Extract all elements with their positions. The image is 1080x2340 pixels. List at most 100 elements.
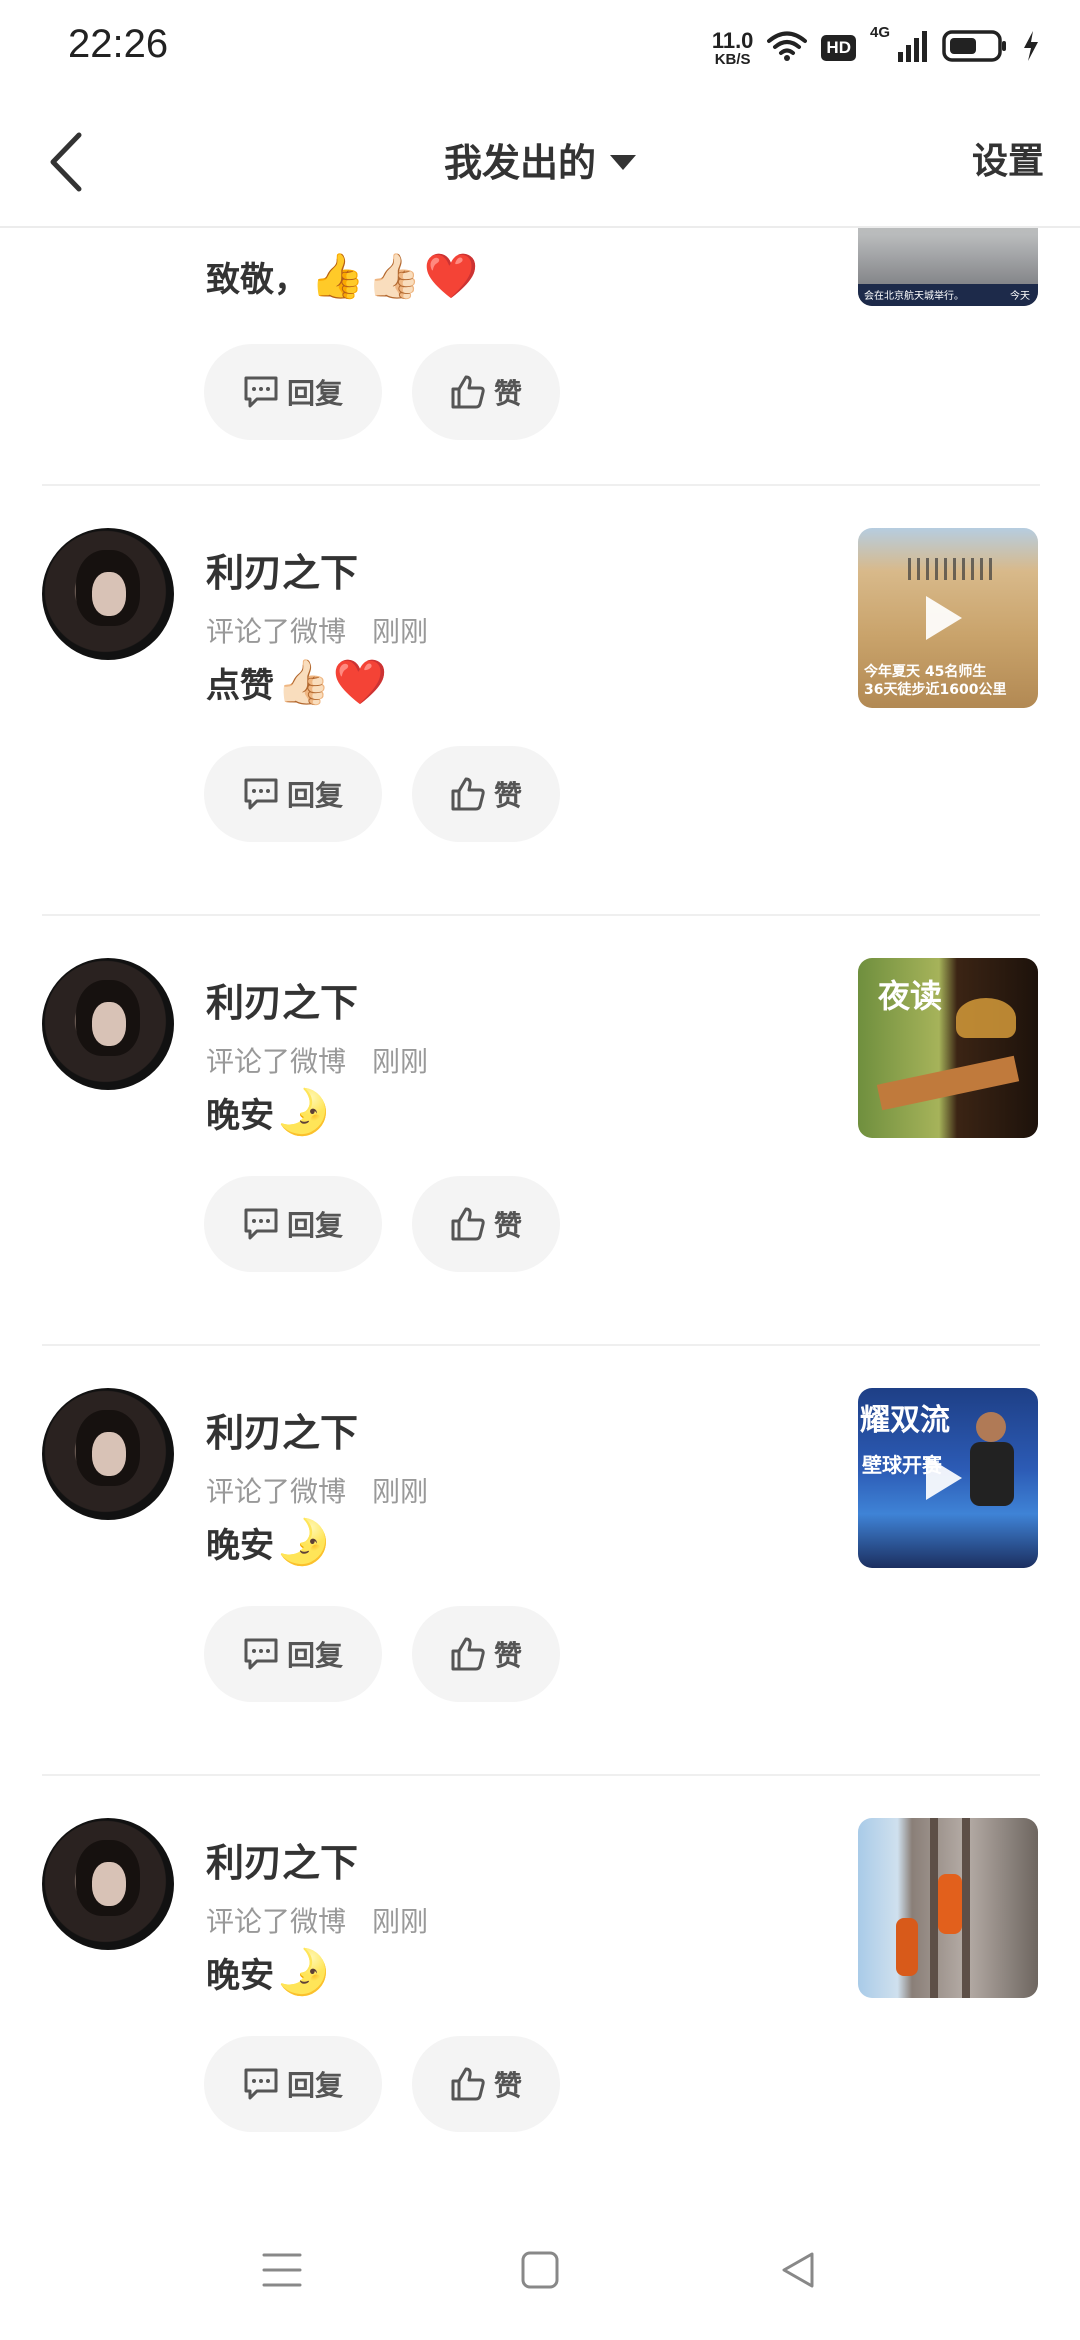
avatar[interactable] bbox=[42, 958, 174, 1090]
comment-card: 利刃之下 评论了微博 刚刚 晚安 🌛 耀双流 壁球开赛 回复 赞 bbox=[0, 1346, 1080, 1776]
post-thumbnail[interactable]: 耀双流 壁球开赛 bbox=[858, 1388, 1038, 1568]
like-button[interactable]: 赞 bbox=[412, 344, 560, 440]
timestamp: 刚刚 bbox=[372, 1045, 429, 1078]
wifi-icon bbox=[767, 30, 808, 66]
thumb-figures bbox=[908, 558, 998, 580]
reply-label: 回复 bbox=[286, 1209, 343, 1242]
net-speed-value: 11.0 bbox=[711, 27, 754, 53]
post-thumbnail[interactable]: 夜读 bbox=[858, 958, 1038, 1138]
hd-badge: HD bbox=[821, 35, 856, 61]
thumb-firefighter bbox=[938, 1874, 962, 1934]
reply-button[interactable]: 回复 bbox=[204, 1176, 382, 1272]
network-type: 4G bbox=[869, 24, 890, 41]
reply-button[interactable]: 回复 bbox=[204, 344, 382, 440]
battery-icon bbox=[942, 30, 1008, 66]
reply-icon bbox=[244, 2068, 278, 2100]
thumb-ladder-rail bbox=[930, 1818, 938, 1998]
system-back-button[interactable] bbox=[768, 2240, 828, 2300]
menu-button[interactable] bbox=[252, 2240, 312, 2300]
charging-icon bbox=[1022, 30, 1040, 66]
thumb-book bbox=[876, 1055, 1020, 1111]
reply-icon bbox=[244, 1208, 278, 1240]
thumbs-up-icon bbox=[451, 1637, 485, 1671]
thumb-lamp bbox=[956, 998, 1016, 1038]
comment-text: 致敬， 👍 👍🏻 ❤️ bbox=[206, 252, 478, 301]
play-icon bbox=[926, 596, 962, 640]
settings-button[interactable]: 设置 bbox=[972, 132, 1044, 184]
thumb-player bbox=[976, 1412, 1006, 1442]
thumb-ladder-rail bbox=[962, 1818, 970, 1998]
reply-button[interactable]: 回复 bbox=[204, 1606, 382, 1702]
like-button[interactable]: 赞 bbox=[412, 2036, 560, 2132]
username[interactable]: 利刃之下 bbox=[206, 1402, 358, 1457]
thumb-firefighter bbox=[896, 1918, 918, 1976]
meta-line: 评论了微博 刚刚 bbox=[206, 1040, 428, 1080]
emoji: 👍🏻 bbox=[366, 250, 422, 302]
avatar[interactable] bbox=[42, 1388, 174, 1520]
comment-card: 利刃之下 评论了微博 刚刚 晚安 🌛 回复 赞 bbox=[0, 1776, 1080, 2200]
action-text: 评论了微博 bbox=[206, 615, 347, 648]
status-time: 22:26 bbox=[68, 22, 169, 66]
comment-card: 利刃之下 评论了微博 刚刚 晚安 🌛 夜读 回复 赞 bbox=[0, 916, 1080, 1346]
post-thumbnail[interactable]: 会在北京航天城举行。 今天 bbox=[858, 228, 1038, 306]
avatar[interactable] bbox=[42, 528, 174, 660]
like-button[interactable]: 赞 bbox=[412, 1606, 560, 1702]
comment-text: 晚安 🌛 bbox=[206, 1518, 331, 1567]
username[interactable]: 利刃之下 bbox=[206, 1832, 358, 1887]
action-text: 评论了微博 bbox=[206, 1475, 347, 1508]
username[interactable]: 利刃之下 bbox=[206, 972, 358, 1027]
emoji: 👍🏻 bbox=[276, 656, 331, 708]
emoji: 🌛 bbox=[276, 1086, 331, 1138]
menu-icon bbox=[262, 2253, 302, 2287]
home-button[interactable] bbox=[510, 2240, 570, 2300]
like-label: 赞 bbox=[493, 779, 522, 812]
like-button[interactable]: 赞 bbox=[412, 1176, 560, 1272]
emoji: 🌛 bbox=[276, 1946, 331, 1998]
like-label: 赞 bbox=[493, 1639, 522, 1672]
avatar[interactable] bbox=[42, 1818, 174, 1950]
comment-feed[interactable]: 会在北京航天城举行。 今天 致敬， 👍 👍🏻 ❤️ 回复 赞 利刃之下 评论了微… bbox=[0, 228, 1080, 2200]
home-icon bbox=[521, 2251, 559, 2289]
thumbs-up-icon bbox=[451, 375, 485, 409]
meta-line: 评论了微博 刚刚 bbox=[206, 1900, 428, 1940]
reply-label: 回复 bbox=[286, 779, 343, 812]
emoji: ❤️ bbox=[423, 250, 479, 302]
thumb-caption: 36天徒步近1600公里 bbox=[864, 682, 1007, 698]
post-thumbnail[interactable] bbox=[858, 1818, 1038, 1998]
top-header: 我发出的 设置 bbox=[0, 96, 1080, 228]
like-label: 赞 bbox=[493, 2069, 522, 2102]
timestamp: 刚刚 bbox=[372, 1905, 429, 1938]
post-thumbnail[interactable]: 今年夏天 45名师生 36天徒步近1600公里 bbox=[858, 528, 1038, 708]
reply-button[interactable]: 回复 bbox=[204, 746, 382, 842]
meta-line: 评论了微博 刚刚 bbox=[206, 610, 428, 650]
comment-label: 点赞 bbox=[206, 666, 274, 706]
comment-label: 晚安 bbox=[206, 1956, 274, 1996]
system-nav-bar bbox=[0, 2200, 1080, 2340]
back-triangle-icon bbox=[782, 2252, 814, 2288]
reply-button[interactable]: 回复 bbox=[204, 2036, 382, 2132]
comment-card: 利刃之下 评论了微博 刚刚 点赞 👍🏻 ❤️ 今年夏天 45名师生 36天徒步近1… bbox=[0, 486, 1080, 916]
comment-label: 致敬， bbox=[206, 260, 308, 300]
like-label: 赞 bbox=[493, 377, 522, 410]
thumb-caption: 今年夏天 45名师生 bbox=[864, 664, 987, 680]
comment-label: 晚安 bbox=[206, 1096, 274, 1136]
username[interactable]: 利刃之下 bbox=[206, 542, 358, 597]
thumb-caption: 夜读 bbox=[878, 977, 943, 1015]
comment-label: 晚安 bbox=[206, 1526, 274, 1566]
thumb-caption: 壁球开赛 bbox=[862, 1453, 942, 1477]
thumb-player-body bbox=[970, 1442, 1014, 1506]
like-button[interactable]: 赞 bbox=[412, 746, 560, 842]
timestamp: 刚刚 bbox=[372, 615, 429, 648]
thumb-caption-right: 今天 bbox=[1010, 290, 1030, 302]
comment-text: 点赞 👍🏻 ❤️ bbox=[206, 658, 388, 707]
status-icons: 11.0 KB/S HD 4G bbox=[712, 24, 1040, 72]
page-title: 我发出的 bbox=[443, 141, 596, 185]
reply-label: 回复 bbox=[286, 2069, 343, 2102]
reply-label: 回复 bbox=[286, 1639, 343, 1672]
emoji: 🌛 bbox=[276, 1516, 331, 1568]
action-text: 评论了微博 bbox=[206, 1905, 347, 1938]
timestamp: 刚刚 bbox=[372, 1475, 429, 1508]
thumbs-up-icon bbox=[451, 2067, 485, 2101]
title-dropdown[interactable]: 我发出的 bbox=[0, 132, 1080, 187]
emoji: 👍 bbox=[310, 250, 365, 302]
